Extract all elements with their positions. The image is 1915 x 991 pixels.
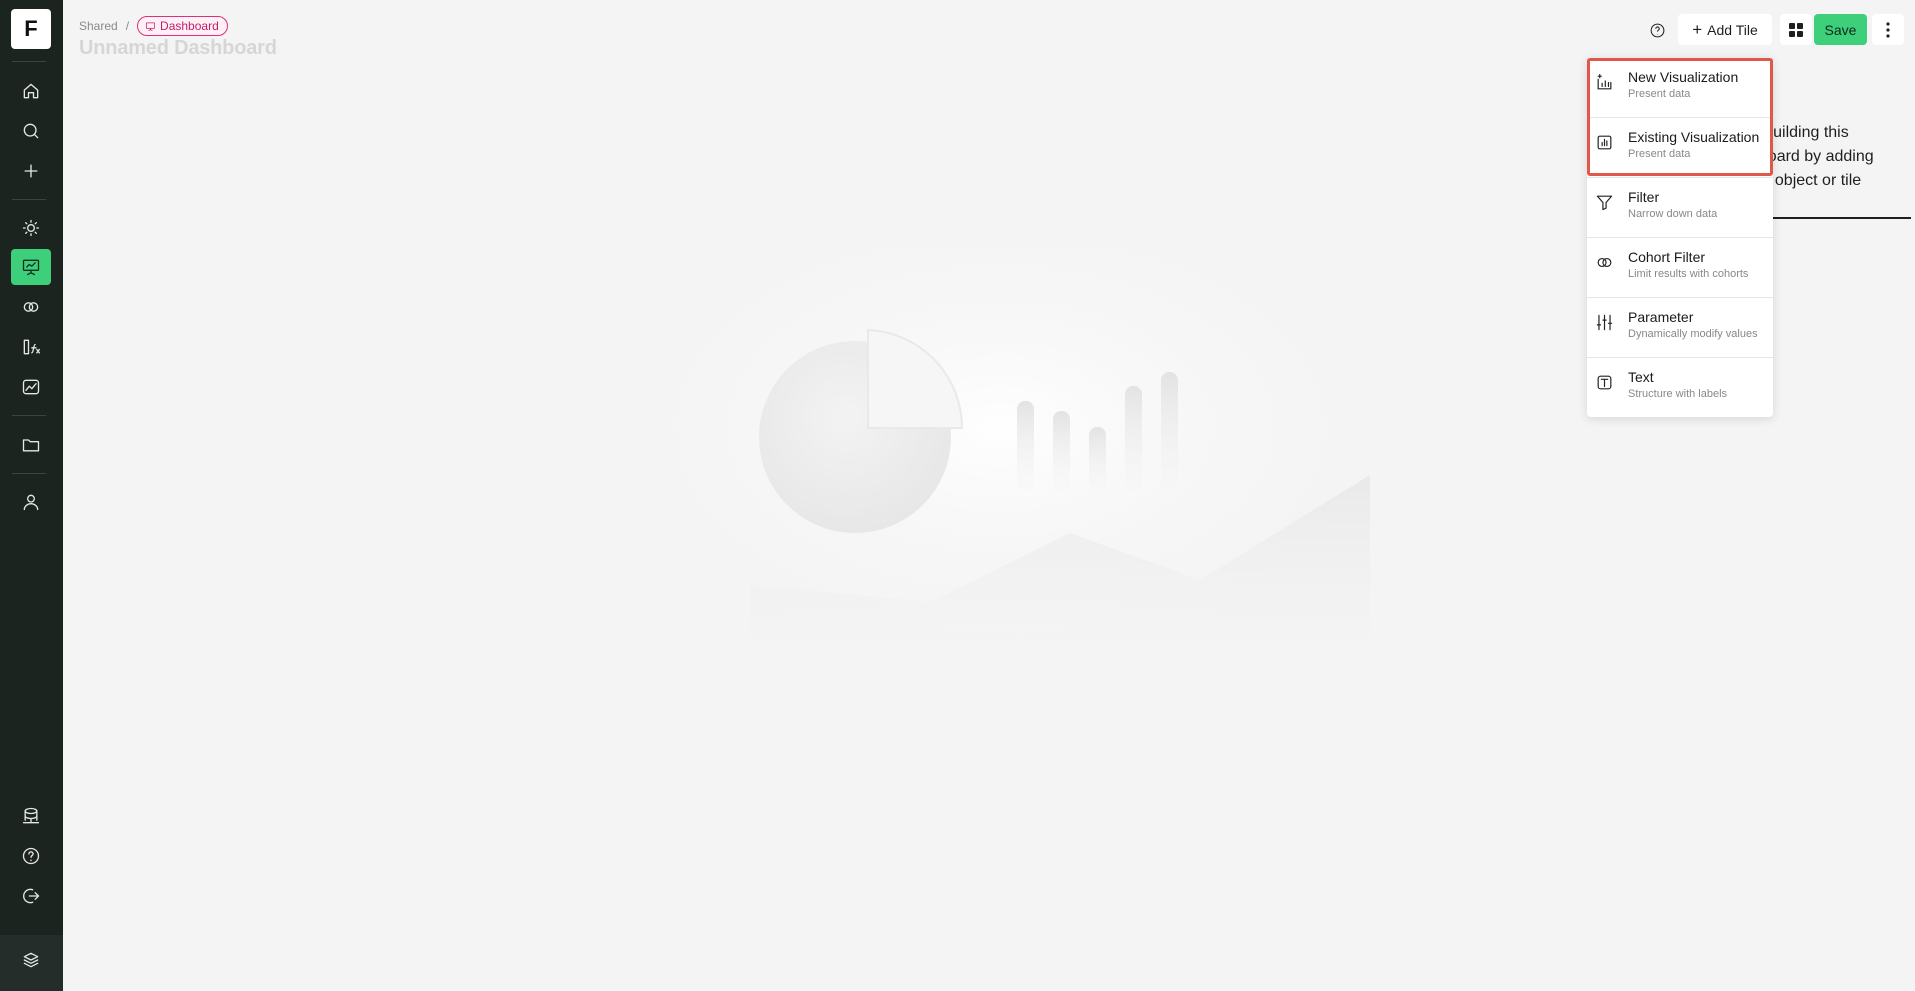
menu-item-description: Present data: [1628, 148, 1691, 160]
menu-item-existing-visualization[interactable]: Existing Visualization Present data: [1587, 118, 1773, 178]
more-vertical-icon: [1886, 21, 1890, 38]
sidebar-item-insights[interactable]: [11, 210, 51, 246]
menu-item-label: Filter: [1628, 189, 1660, 205]
sidebar-item-files[interactable]: [11, 427, 51, 463]
sidebar-divider: [12, 415, 46, 416]
cohort-icon: [23, 302, 39, 312]
database-icon: [22, 807, 40, 824]
menu-item-description: Limit results with cohorts: [1628, 268, 1749, 280]
save-button[interactable]: Save: [1814, 14, 1867, 45]
menu-item-label: Existing Visualization: [1628, 129, 1760, 145]
cohort-filter-icon: [1593, 251, 1615, 273]
text-icon: [1593, 371, 1615, 393]
badge-label: Dashboard: [160, 19, 219, 33]
empty-state-illustration: [610, 250, 1380, 690]
hint-underline: [1770, 217, 1911, 219]
breadcrumb-separator: /: [125, 19, 130, 33]
chart-line-icon: [22, 379, 40, 395]
sidebar-divider: [12, 473, 46, 474]
lightbulb-icon: [22, 219, 40, 237]
user-icon: [23, 494, 39, 511]
menu-item-text[interactable]: Text Structure with labels: [1587, 358, 1773, 418]
menu-item-description: Narrow down data: [1628, 208, 1718, 220]
menu-item-cohort-filter[interactable]: Cohort Filter Limit results with cohorts: [1587, 238, 1773, 298]
layout-grid-button[interactable]: [1780, 14, 1812, 45]
hint-line-3: ew object or tile: [1750, 172, 1862, 189]
sidebar: F: [0, 0, 63, 991]
sidebar-item-search[interactable]: [11, 113, 51, 149]
folder-icon: [22, 439, 40, 452]
sidebar-divider: [12, 61, 46, 62]
menu-item-new-visualization[interactable]: New Visualization Present data: [1587, 58, 1773, 118]
presentation-icon: [22, 259, 40, 276]
help-button[interactable]: [1646, 19, 1668, 41]
home-icon: [23, 83, 39, 99]
breadcrumb-root[interactable]: Shared: [79, 19, 118, 33]
help-icon: [1650, 23, 1664, 37]
sliders-icon: [1593, 311, 1615, 333]
sidebar-item-reports[interactable]: [11, 369, 51, 405]
sidebar-item-metrics[interactable]: [11, 329, 51, 365]
sidebar-item-users[interactable]: [11, 484, 51, 520]
menu-item-label: Parameter: [1628, 309, 1694, 325]
breadcrumb: Shared / Dashboard: [79, 16, 228, 36]
hint-line-2: hboard by adding: [1750, 148, 1874, 165]
menu-item-parameter[interactable]: Parameter Dynamically modify values: [1587, 298, 1773, 358]
add-tile-label: Add Tile: [1707, 21, 1758, 38]
more-options-button[interactable]: [1872, 14, 1904, 45]
plus-icon: +: [1692, 20, 1703, 39]
sidebar-item-data-sources[interactable]: [11, 798, 51, 834]
filter-icon: [1593, 191, 1615, 213]
new-visualization-icon: [1593, 71, 1615, 93]
menu-item-filter[interactable]: Filter Narrow down data: [1587, 178, 1773, 238]
formula-icon: [23, 339, 40, 355]
grid-icon: [1789, 22, 1803, 37]
sidebar-item-brand[interactable]: [11, 942, 51, 978]
sidebar-item-create[interactable]: [11, 153, 51, 189]
logout-icon: [23, 888, 40, 904]
brand-layers-icon: [23, 952, 39, 968]
menu-item-label: Cohort Filter: [1628, 249, 1706, 265]
sidebar-item-home[interactable]: [11, 73, 51, 109]
empty-state-hint: rt building this hboard by adding ew obj…: [1750, 121, 1915, 193]
hint-line-1: rt building this: [1750, 124, 1849, 141]
presentation-icon: [146, 21, 156, 31]
add-tile-menu: New Visualization Present data Existing …: [1587, 58, 1773, 417]
search-icon: [23, 123, 39, 139]
breadcrumb-dashboard-badge: Dashboard: [137, 16, 228, 36]
sidebar-item-help[interactable]: [11, 838, 51, 874]
sidebar-item-cohorts[interactable]: [11, 289, 51, 325]
sidebar-divider: [12, 199, 46, 200]
sidebar-item-logout[interactable]: [11, 878, 51, 914]
page-title[interactable]: Unnamed Dashboard: [79, 37, 277, 60]
existing-visualization-icon: [1593, 131, 1615, 153]
menu-item-description: Structure with labels: [1628, 388, 1728, 400]
menu-item-description: Present data: [1628, 88, 1691, 100]
help-icon: [22, 847, 40, 865]
plus-icon: [24, 164, 38, 178]
app-logo[interactable]: F: [11, 9, 51, 49]
menu-item-label: New Visualization: [1628, 69, 1739, 85]
menu-item-label: Text: [1628, 369, 1654, 385]
sidebar-item-dashboards[interactable]: [11, 249, 51, 285]
add-tile-button[interactable]: + Add Tile: [1678, 14, 1772, 45]
menu-item-description: Dynamically modify values: [1628, 328, 1758, 340]
